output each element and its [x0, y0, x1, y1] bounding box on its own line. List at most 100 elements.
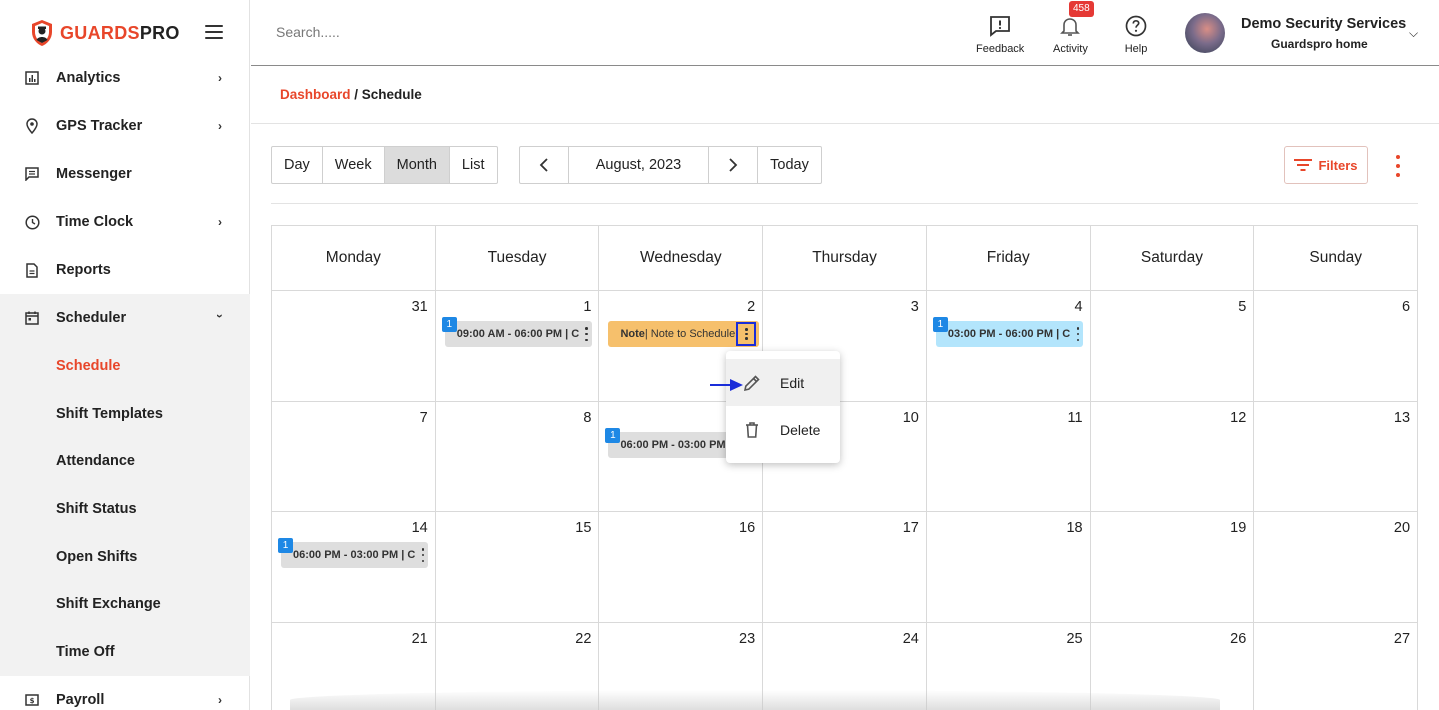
prev-period-button[interactable]: [520, 147, 569, 183]
sidebar-subitem-shift-templates[interactable]: Shift Templates: [0, 390, 250, 438]
sidebar-subitem-attendance[interactable]: Attendance: [0, 437, 250, 485]
calendar-day-cell[interactable]: 14 1 06:00 PM - 03:00 PM | C: [272, 512, 436, 622]
event-more-icon[interactable]: [1075, 327, 1081, 341]
sidebar: GUARDSPRO Analytics › GPS Tracker › Mess…: [0, 0, 250, 710]
chevron-right-icon: [729, 158, 738, 172]
shift-count-badge: 1: [441, 317, 457, 332]
calendar-day-cell[interactable]: 6: [1254, 291, 1417, 401]
event-more-icon[interactable]: [584, 327, 590, 341]
feedback-button[interactable]: Feedback: [976, 14, 1024, 55]
event-more-icon[interactable]: [420, 548, 426, 562]
next-period-button[interactable]: [709, 147, 758, 183]
sidebar-subitem-shift-status[interactable]: Shift Status: [0, 485, 250, 533]
sidebar-item-analytics[interactable]: Analytics ›: [0, 54, 250, 102]
note-event-text: | Note to Schedule: [644, 328, 736, 340]
sidebar-item-label: Analytics: [56, 70, 121, 86]
shift-event-text: 06:00 PM - 03:00 PM | C: [293, 549, 416, 561]
event-more-icon[interactable]: [736, 322, 757, 346]
calendar-day-cell[interactable]: 15: [436, 512, 600, 622]
sidebar-subitem-shift-exchange[interactable]: Shift Exchange: [0, 580, 250, 628]
day-number: 21: [411, 630, 428, 647]
calendar-day-cell[interactable]: 1 1 09:00 AM - 06:00 PM | C: [436, 291, 600, 401]
calendar-day-cell[interactable]: 16: [599, 512, 764, 622]
menu-item-label: Delete: [780, 421, 821, 438]
note-event[interactable]: Note | Note to Schedule: [608, 321, 760, 347]
calendar-icon: [24, 310, 40, 326]
calendar-day-cell[interactable]: 17: [763, 512, 927, 622]
feedback-icon: [990, 16, 1011, 37]
day-number: 2: [747, 299, 756, 315]
calendar-day-cell[interactable]: 4 1 03:00 PM - 06:00 PM | C: [927, 291, 1091, 401]
shift-event[interactable]: 09:00 AM - 06:00 PM | C: [444, 321, 592, 347]
svg-text:$: $: [30, 697, 35, 705]
weekday-label: Friday: [927, 226, 1091, 290]
view-week-button[interactable]: Week: [323, 147, 385, 183]
more-options-icon[interactable]: [1393, 155, 1403, 177]
breadcrumb-dashboard-link[interactable]: Dashboard: [280, 87, 351, 102]
help-button[interactable]: Help: [1124, 14, 1148, 55]
chevron-right-icon: ›: [218, 692, 222, 707]
day-number: 10: [902, 409, 919, 426]
calendar-day-cell[interactable]: 7: [272, 401, 436, 511]
filters-button[interactable]: Filters: [1284, 146, 1368, 184]
shift-event[interactable]: 06:00 PM - 03:00 PM | C: [281, 542, 428, 568]
calendar-week-row: 14 1 06:00 PM - 03:00 PM | C 15 16 17 18…: [272, 512, 1417, 623]
sidebar-subitem-schedule[interactable]: Schedule: [0, 342, 250, 390]
view-list-button[interactable]: List: [450, 147, 497, 183]
calendar-day-cell[interactable]: 27: [1254, 623, 1417, 710]
view-switcher: Day Week Month List: [271, 146, 498, 184]
pencil-icon: [743, 374, 760, 391]
day-number: 19: [1230, 520, 1247, 536]
sidebar-item-label: Scheduler: [56, 310, 127, 326]
shift-event-text: 09:00 AM - 06:00 PM | C: [456, 328, 580, 340]
sidebar-subitem-time-off[interactable]: Time Off: [0, 628, 250, 676]
calendar-day-cell[interactable]: 20: [1254, 512, 1417, 622]
chevron-down-icon[interactable]: ⌵: [1409, 26, 1418, 41]
calendar-day-cell[interactable]: 19: [1091, 512, 1255, 622]
chevron-right-icon: ›: [218, 119, 222, 133]
shift-event[interactable]: 03:00 PM - 06:00 PM | C: [935, 321, 1083, 347]
divider: [251, 123, 1439, 124]
day-number: 31: [411, 299, 428, 315]
sidebar-nav: Analytics › GPS Tracker › Messenger Time…: [0, 54, 250, 710]
calendar-day-cell[interactable]: 18: [927, 512, 1091, 622]
user-name: Demo Security Services: [1241, 16, 1407, 32]
scroll-shadow: [290, 690, 1220, 710]
activity-button[interactable]: 458 Activity: [1053, 1, 1094, 55]
weekday-label: Sunday: [1309, 249, 1362, 266]
sidebar-item-time-clock[interactable]: Time Clock ›: [0, 198, 250, 246]
filter-icon: [1294, 159, 1313, 171]
avatar[interactable]: [1185, 13, 1225, 53]
calendar-day-cell[interactable]: 5: [1091, 291, 1255, 401]
document-icon: [24, 262, 40, 278]
menu-toggle-icon[interactable]: [205, 25, 223, 39]
view-day-button[interactable]: Day: [272, 147, 323, 183]
calendar-day-cell[interactable]: 8: [436, 401, 600, 511]
sidebar-item-scheduler[interactable]: Scheduler ›: [0, 294, 250, 342]
day-number: 22: [575, 630, 592, 647]
view-month-button[interactable]: Month: [384, 147, 450, 183]
sidebar-item-messenger[interactable]: Messenger: [0, 150, 250, 198]
sidebar-subitem-open-shifts[interactable]: Open Shifts: [0, 533, 250, 581]
day-number: 17: [902, 520, 919, 536]
activity-badge: 458: [1069, 1, 1094, 17]
scheduler-group: Scheduler › Schedule Shift Templates Att…: [0, 294, 250, 676]
search-input[interactable]: [276, 24, 576, 40]
calendar-day-cell[interactable]: 13: [1254, 402, 1417, 512]
menu-item-delete[interactable]: Delete: [726, 406, 840, 453]
calendar-week-row: 31 1 1 09:00 AM - 06:00 PM | C 2 Note | …: [272, 291, 1417, 402]
calendar-day-cell[interactable]: 31: [272, 291, 436, 401]
calendar-day-cell[interactable]: 12: [1091, 401, 1255, 511]
calendar-day-cell[interactable]: 11: [927, 401, 1091, 511]
sidebar-item-gps-tracker[interactable]: GPS Tracker ›: [0, 102, 250, 150]
weekday-label: Monday: [272, 226, 436, 290]
sidebar-item-reports[interactable]: Reports: [0, 246, 250, 294]
sidebar-item-payroll[interactable]: $ Payroll ›: [0, 676, 250, 710]
day-number: 23: [739, 630, 756, 647]
sidebar-item-label: Time Clock: [56, 214, 134, 230]
shift-event-text: 03:00 PM - 06:00 PM | C: [947, 328, 1071, 340]
activity-label: Activity: [1053, 43, 1088, 55]
help-label: Help: [1124, 43, 1148, 55]
shift-count-badge: 1: [932, 317, 948, 332]
today-button[interactable]: Today: [758, 147, 821, 183]
